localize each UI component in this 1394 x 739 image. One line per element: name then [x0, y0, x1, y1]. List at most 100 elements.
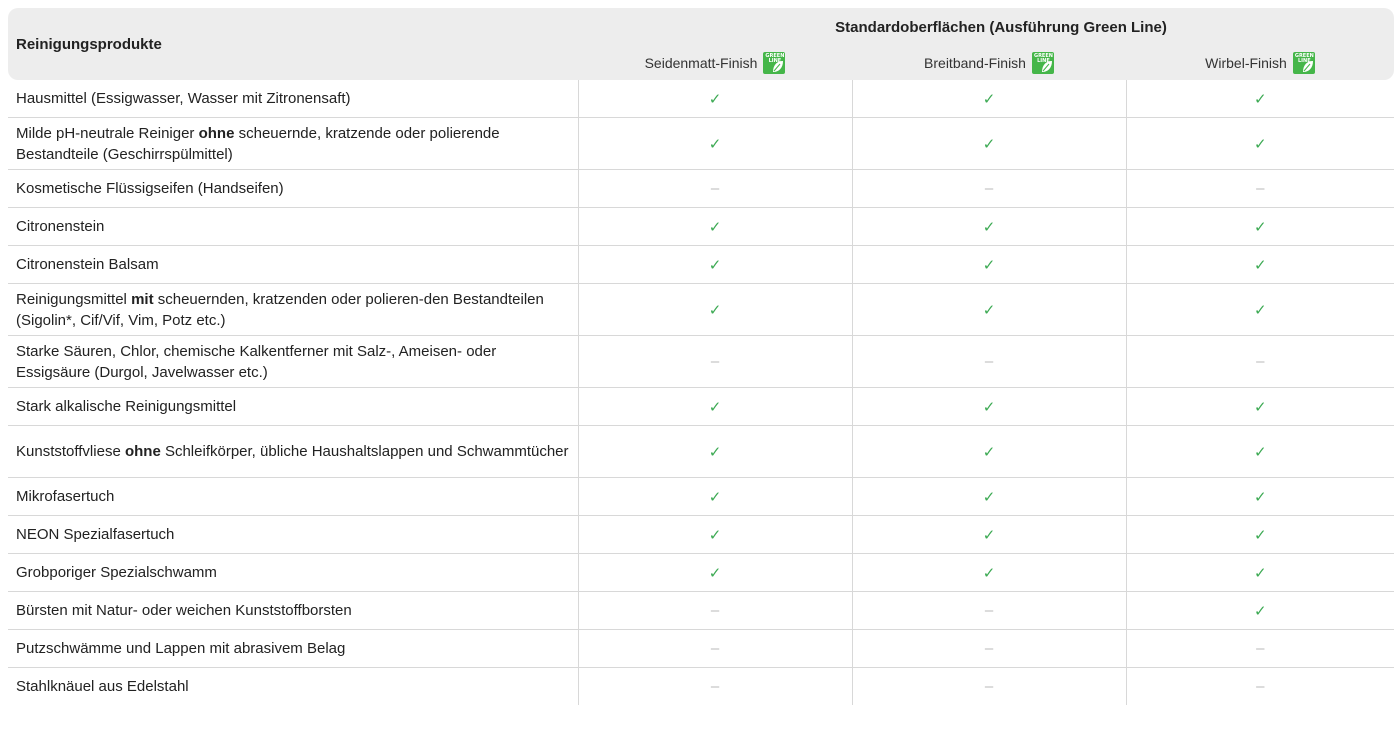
dash-icon: –	[984, 678, 994, 695]
green-line-icon: GREEN LINE	[1031, 52, 1054, 74]
product-label: Milde pH-neutrale Reiniger ohne scheuern…	[8, 117, 578, 170]
label-text: Citronenstein	[16, 218, 105, 235]
suitability-cell: ✓	[1125, 207, 1394, 246]
suitability-cell: ✓	[577, 425, 852, 478]
check-icon: ✓	[708, 90, 722, 108]
dash-icon: –	[1256, 678, 1265, 695]
suitability-cell: ✓	[851, 477, 1126, 516]
column-header-label: Wirbel-Finish	[1205, 55, 1287, 71]
product-label: Mikrofasertuch	[8, 477, 578, 516]
check-icon: ✓	[1253, 218, 1267, 236]
emphasis-text: mit	[131, 290, 154, 308]
product-label: NEON Spezialfasertuch	[8, 515, 578, 554]
product-label: Kunststoffvliese ohne Schleifkörper, übl…	[8, 425, 578, 478]
label-text: Stark alkalische Reinigungsmittel	[16, 398, 237, 415]
suitability-cell: ✓	[577, 477, 852, 516]
suitability-cell: –	[577, 591, 852, 630]
check-icon: ✓	[708, 526, 722, 544]
green-line-icon: GREEN LINE	[1292, 52, 1315, 74]
suitability-cell: ✓	[1125, 283, 1394, 336]
product-label: Bürsten mit Natur- oder weichen Kunststo…	[8, 591, 578, 630]
table-row: Hausmittel (Essigwasser, Wasser mit Zitr…	[8, 80, 1394, 118]
table-row: Citronenstein Balsam ✓ ✓ ✓	[8, 245, 1394, 284]
table-row: Bürsten mit Natur- oder weichen Kunststo…	[8, 591, 1394, 630]
check-icon: ✓	[982, 443, 996, 461]
table-row: Stark alkalische Reinigungsmittel ✓ ✓ ✓	[8, 387, 1394, 426]
suitability-cell: ✓	[577, 245, 852, 284]
table-row: Starke Säuren, Chlor, chemische Kalkentf…	[8, 335, 1394, 388]
check-icon: ✓	[982, 398, 996, 416]
suitability-cell: –	[577, 667, 852, 705]
suitability-cell: ✓	[1125, 591, 1394, 630]
check-icon: ✓	[982, 256, 996, 274]
green-line-icon: GREEN LINE	[763, 52, 786, 74]
suitability-cell: –	[851, 591, 1126, 630]
suitability-cell: ✓	[577, 80, 852, 118]
table-header: Reinigungsprodukte Standardoberflächen (…	[8, 8, 1394, 80]
label-text: Citronenstein Balsam	[16, 256, 159, 273]
table-row: Stahlknäuel aus Edelstahl – – –	[8, 667, 1394, 705]
suitability-cell: ✓	[851, 117, 1126, 170]
dash-icon: –	[710, 353, 720, 370]
check-icon: ✓	[982, 301, 996, 319]
check-icon: ✓	[1253, 443, 1267, 461]
product-label: Citronenstein	[8, 207, 578, 246]
table-row: NEON Spezialfasertuch ✓ ✓ ✓	[8, 515, 1394, 554]
cleaning-products-table: Reinigungsprodukte Standardoberflächen (…	[8, 8, 1394, 705]
dash-icon: –	[1256, 353, 1265, 370]
suitability-cell: ✓	[851, 515, 1126, 554]
product-label: Stark alkalische Reinigungsmittel	[8, 387, 578, 426]
dash-icon: –	[710, 640, 720, 657]
check-icon: ✓	[708, 218, 722, 236]
dash-icon: –	[984, 602, 994, 619]
dash-icon: –	[710, 678, 720, 695]
dash-icon: –	[710, 180, 720, 197]
suitability-cell: ✓	[1125, 477, 1394, 516]
check-icon: ✓	[1253, 564, 1267, 582]
table-row: Milde pH-neutrale Reiniger ohne scheuern…	[8, 117, 1394, 170]
label-text: Putzschwämme und Lappen mit abrasivem Be…	[16, 640, 346, 657]
suitability-cell: ✓	[1125, 425, 1394, 478]
check-icon: ✓	[982, 218, 996, 236]
product-label: Grobporiger Spezialschwamm	[8, 553, 578, 592]
emphasis-text: ohne	[198, 124, 235, 142]
suitability-cell: ✓	[851, 283, 1126, 336]
check-icon: ✓	[982, 90, 996, 108]
check-icon: ✓	[982, 526, 996, 544]
suitability-cell: –	[1125, 667, 1394, 705]
label-text: NEON Spezialfasertuch	[16, 526, 175, 543]
suitability-cell: ✓	[851, 245, 1126, 284]
suitability-cell: –	[1125, 629, 1394, 668]
dash-icon: –	[984, 180, 994, 197]
suitability-cell: –	[851, 629, 1126, 668]
dash-icon: –	[984, 353, 994, 370]
emphasis-text: ohne	[124, 443, 161, 460]
check-icon: ✓	[1253, 256, 1267, 274]
suitability-cell: ✓	[1125, 387, 1394, 426]
suitability-cell: ✓	[851, 387, 1126, 426]
check-icon: ✓	[1253, 488, 1267, 506]
table-row: Kunststoffvliese ohne Schleifkörper, übl…	[8, 425, 1394, 478]
product-label: Hausmittel (Essigwasser, Wasser mit Zitr…	[8, 80, 578, 118]
check-icon: ✓	[708, 256, 722, 274]
suitability-cell: –	[1125, 335, 1394, 388]
table-row: Citronenstein ✓ ✓ ✓	[8, 207, 1394, 246]
product-label: Citronenstein Balsam	[8, 245, 578, 284]
suitability-cell: –	[851, 667, 1126, 705]
dash-icon: –	[1256, 640, 1265, 657]
label-text: Hausmittel (Essigwasser, Wasser mit Zitr…	[16, 90, 351, 107]
check-icon: ✓	[1253, 602, 1267, 620]
suitability-cell: –	[577, 629, 852, 668]
suitability-cell: –	[851, 169, 1126, 208]
label-text: Bürsten mit Natur- oder weichen Kunststo…	[16, 602, 352, 619]
column-header-seidenmatt: Seidenmatt-Finish GREEN LINE	[578, 46, 852, 80]
column-header-label: Seidenmatt-Finish	[644, 55, 758, 71]
suitability-cell: ✓	[851, 207, 1126, 246]
suitability-cell: –	[577, 169, 852, 208]
suitability-cell: –	[577, 335, 852, 388]
check-icon: ✓	[1253, 398, 1267, 416]
suitability-cell: ✓	[851, 80, 1126, 118]
column-header-breitband: Breitband-Finish GREEN LINE	[852, 46, 1126, 80]
check-icon: ✓	[982, 488, 996, 506]
label-text: Kunststoffvliese	[16, 443, 125, 460]
